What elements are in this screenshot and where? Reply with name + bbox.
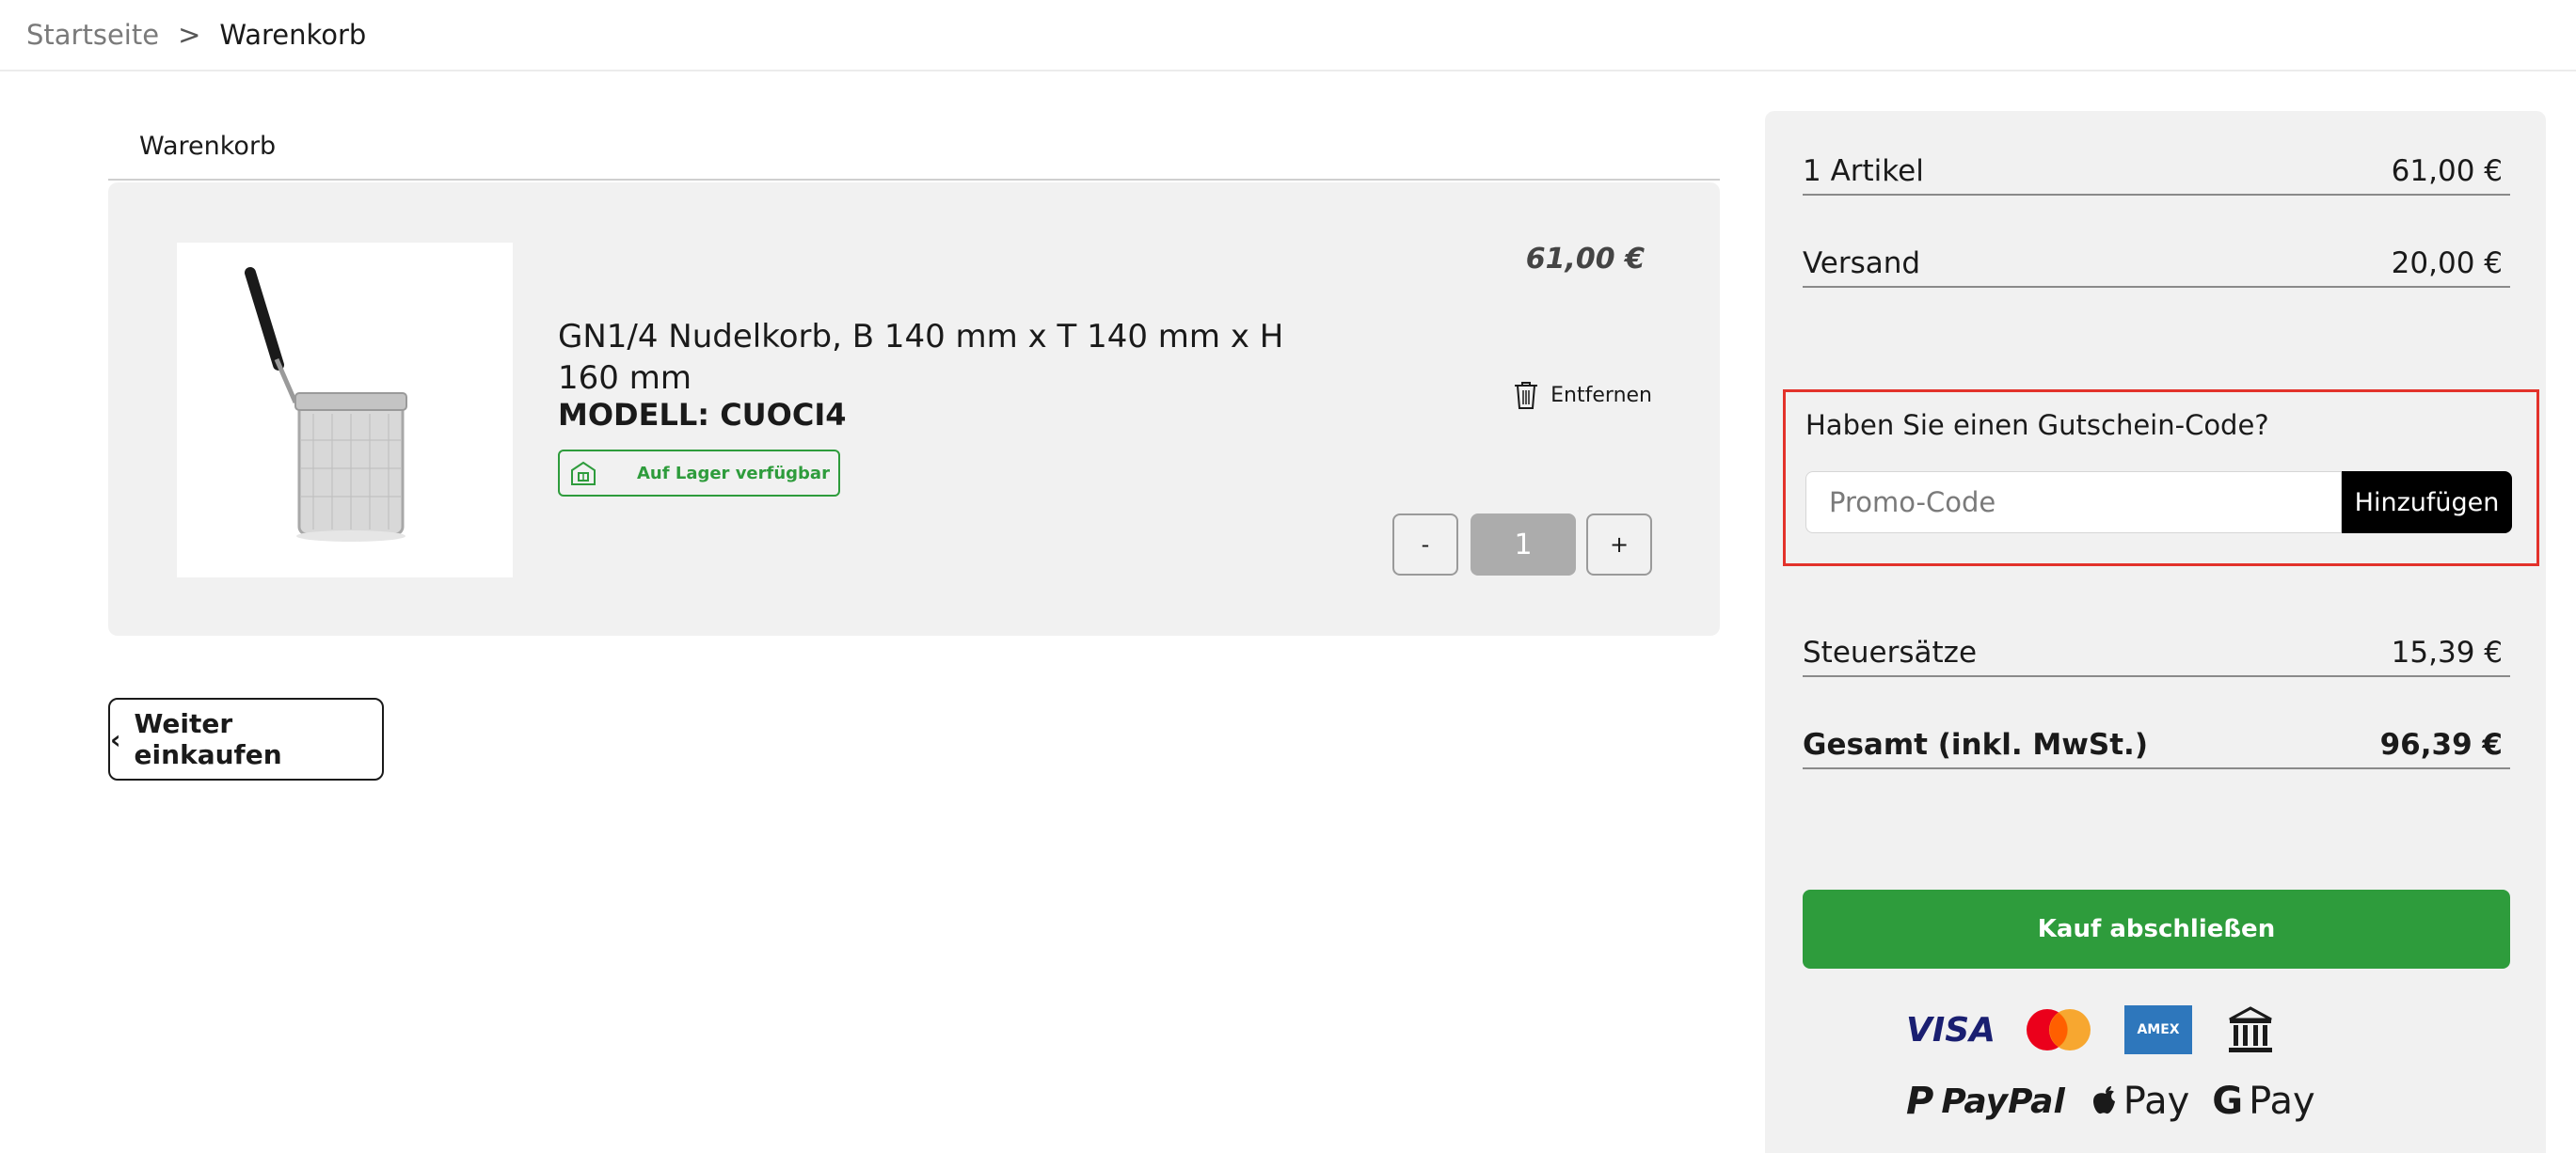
mastercard-icon: [2027, 1009, 2091, 1050]
shipping-value: 20,00 €: [2391, 246, 2503, 280]
shipping-label: Versand: [1803, 246, 1921, 280]
promo-question: Haben Sie einen Gutschein-Code?: [1805, 409, 2269, 441]
payment-methods-row-2: P PayPal Pay G Pay: [1906, 1080, 2338, 1123]
google-pay-icon: G Pay: [2212, 1080, 2314, 1123]
summary-shipping-row: Versand 20,00 €: [1803, 231, 2510, 288]
product-image[interactable]: [177, 243, 513, 577]
summary-total-row: Gesamt (inkl. MwSt.) 96,39 €: [1803, 713, 2510, 769]
stock-badge: Auf Lager verfügbar: [558, 450, 840, 497]
promo-code-section: Haben Sie einen Gutschein-Code? Hinzufüg…: [1783, 389, 2539, 566]
google-pay-label: Pay: [2249, 1080, 2315, 1123]
paypal-icon: P PayPal: [1906, 1080, 2065, 1123]
quantity-value[interactable]: 1: [1471, 513, 1576, 576]
apple-pay-label: Pay: [2123, 1080, 2190, 1123]
summary-articles-row: 1 Artikel 61,00 €: [1803, 139, 2510, 196]
cart-header: Warenkorb: [108, 68, 1720, 181]
cart-tab-label: Warenkorb: [139, 132, 277, 161]
product-title[interactable]: GN1/4 Nudelkorb, B 140 mm x T 140 mm x H…: [558, 316, 1292, 399]
continue-shopping-label: Weiter einkaufen: [134, 708, 282, 770]
remove-button[interactable]: Entfernen: [1513, 380, 1652, 410]
tax-value: 15,39 €: [2391, 636, 2503, 670]
breadcrumb-home-link[interactable]: Startseite: [26, 19, 159, 51]
promo-add-button[interactable]: Hinzufügen: [2342, 471, 2512, 533]
pasta-basket-image: [177, 243, 513, 577]
bank-transfer-icon: [2229, 1006, 2272, 1052]
quantity-increase-button[interactable]: +: [1586, 513, 1652, 576]
product-model: MODELL: CUOCI4: [558, 397, 847, 433]
promo-code-input[interactable]: [1805, 471, 2342, 533]
quantity-decrease-button[interactable]: -: [1392, 513, 1458, 576]
remove-label: Entfernen: [1550, 383, 1652, 407]
breadcrumb-current: Warenkorb: [219, 19, 367, 51]
cart-item: GN1/4 Nudelkorb, B 140 mm x T 140 mm x H…: [108, 182, 1720, 636]
chevron-left-icon: ‹: [110, 723, 121, 755]
warehouse-icon: [571, 461, 596, 485]
total-label: Gesamt (inkl. MwSt.): [1803, 728, 2149, 762]
breadcrumb: Startseite > Warenkorb: [0, 0, 2576, 71]
checkout-button[interactable]: Kauf abschließen: [1803, 890, 2510, 969]
order-summary: 1 Artikel 61,00 € Versand 20,00 € Haben …: [1765, 111, 2546, 1153]
stock-status: Auf Lager verfügbar: [637, 463, 830, 483]
total-value: 96,39 €: [2379, 728, 2503, 762]
visa-icon: VISA: [1906, 1010, 1996, 1050]
continue-shopping-button[interactable]: ‹ Weiter einkaufen: [108, 698, 384, 781]
paypal-label: PayPal: [1941, 1082, 2065, 1121]
articles-value: 61,00 €: [2391, 154, 2503, 188]
payment-methods-row-1: VISA AMEX: [1906, 1004, 2275, 1055]
summary-tax-row: Steuersätze 15,39 €: [1803, 621, 2510, 677]
google-g-icon: G: [2212, 1080, 2244, 1123]
articles-label: 1 Artikel: [1803, 154, 1924, 188]
tax-label: Steuersätze: [1803, 636, 1978, 670]
apple-pay-icon: Pay: [2091, 1080, 2190, 1123]
apple-icon: [2092, 1086, 2115, 1114]
item-price: 61,00 €: [1525, 243, 1645, 276]
breadcrumb-separator: >: [178, 19, 201, 51]
trash-icon: [1515, 382, 1538, 409]
amex-icon: AMEX: [2124, 1005, 2192, 1054]
paypal-p-icon: P: [1906, 1080, 1934, 1123]
